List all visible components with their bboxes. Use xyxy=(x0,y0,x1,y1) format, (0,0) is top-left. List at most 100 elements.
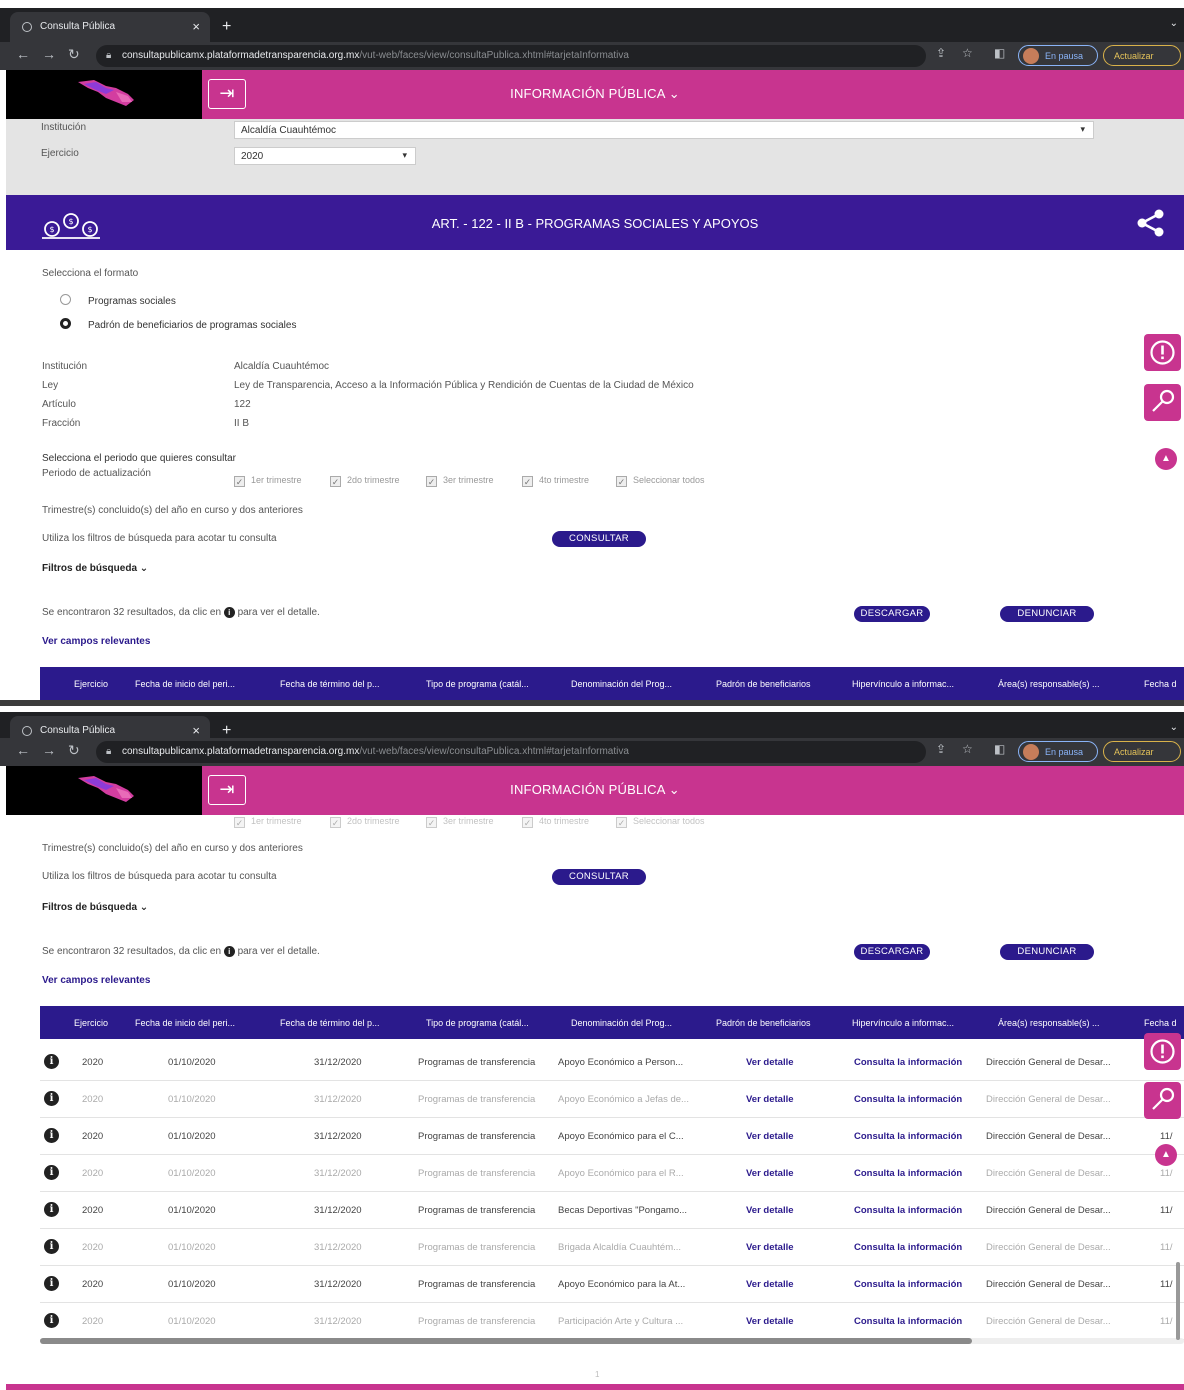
row-info-icon[interactable]: i xyxy=(44,1091,59,1106)
col-tipo-programa[interactable]: Tipo de programa (catál... xyxy=(426,679,529,689)
radio-programas-sociales[interactable] xyxy=(60,294,71,305)
side-panel-icon[interactable]: ◧ xyxy=(994,742,1005,756)
cell-hipervinculo[interactable]: Consulta la información xyxy=(854,1242,962,1253)
side-panel-icon[interactable]: ◧ xyxy=(994,46,1005,60)
reload-icon[interactable]: ↻ xyxy=(68,742,80,759)
descargar-button[interactable]: DESCARGAR xyxy=(854,606,930,622)
col-fecha[interactable]: Fecha d xyxy=(1144,1018,1177,1028)
col-denominacion[interactable]: Denominación del Prog... xyxy=(571,679,672,689)
cell-padron[interactable]: Ver detalle xyxy=(746,1168,794,1179)
checkbox-seleccionar-todos[interactable]: ✓ Seleccionar todos xyxy=(616,475,705,487)
scroll-up-icon[interactable]: ▲ xyxy=(1155,1144,1177,1166)
descargar-button[interactable]: DESCARGAR xyxy=(854,944,930,960)
cell-padron[interactable]: Ver detalle xyxy=(746,1131,794,1142)
profile-button[interactable]: En pausa xyxy=(1018,741,1098,762)
forward-icon[interactable]: → xyxy=(42,46,56,62)
url-field[interactable]: 🔒︎ consultapublicamx.plataformadetranspa… xyxy=(96,45,926,67)
checkbox-2do-trimestre[interactable]: ✓ 2do trimestre xyxy=(330,816,400,828)
row-info-icon[interactable]: i xyxy=(44,1054,59,1069)
col-tipo-programa[interactable]: Tipo de programa (catál... xyxy=(426,1018,529,1028)
cell-hipervinculo[interactable]: Consulta la información xyxy=(854,1279,962,1290)
alert-button[interactable] xyxy=(1144,1033,1181,1070)
row-info-icon[interactable]: i xyxy=(44,1239,59,1254)
checkbox-3er-trimestre[interactable]: ✓ 3er trimestre xyxy=(426,816,494,828)
cell-padron[interactable]: Ver detalle xyxy=(746,1316,794,1327)
chevron-down-icon[interactable]: ⌄ xyxy=(1170,722,1178,733)
col-area-responsable[interactable]: Área(s) responsable(s) ... xyxy=(998,679,1100,689)
info-publica-menu[interactable]: INFORMACIÓN PÚBLICA ⌄ xyxy=(6,782,1184,798)
checkbox-3er-trimestre[interactable]: ✓ 3er trimestre xyxy=(426,475,494,487)
col-hipervinculo[interactable]: Hipervínculo a informac... xyxy=(852,1018,954,1028)
profile-button[interactable]: En pausa xyxy=(1018,45,1098,66)
cell-hipervinculo[interactable]: Consulta la información xyxy=(854,1094,962,1105)
cell-padron[interactable]: Ver detalle xyxy=(746,1057,794,1068)
checkbox-1er-trimestre[interactable]: ✓ 1er trimestre xyxy=(234,475,302,487)
ejercicio-select[interactable]: 2020 ▾ xyxy=(234,147,416,165)
share-page-icon[interactable]: ⇪ xyxy=(936,742,946,756)
col-denominacion[interactable]: Denominación del Prog... xyxy=(571,1018,672,1028)
row-info-icon[interactable]: i xyxy=(44,1276,59,1291)
checkbox-1er-trimestre[interactable]: ✓ 1er trimestre xyxy=(234,816,302,828)
col-fecha-termino[interactable]: Fecha de término del p... xyxy=(280,679,380,689)
back-icon[interactable]: ← xyxy=(16,46,30,62)
checkbox-4to-trimestre[interactable]: ✓ 4to trimestre xyxy=(522,475,589,487)
reload-icon[interactable]: ↻ xyxy=(68,46,80,63)
row-info-icon[interactable]: i xyxy=(44,1202,59,1217)
chevron-down-icon[interactable]: ⌄ xyxy=(1170,18,1178,29)
col-padron[interactable]: Padrón de beneficiarios xyxy=(716,1018,811,1028)
vertical-scrollbar[interactable] xyxy=(1176,1262,1180,1340)
relevant-fields-link[interactable]: Ver campos relevantes xyxy=(42,636,150,647)
denunciar-button[interactable]: DENUNCIAR xyxy=(1000,944,1094,960)
horizontal-scrollbar[interactable] xyxy=(40,1338,972,1344)
cell-hipervinculo[interactable]: Consulta la información xyxy=(854,1131,962,1142)
checkbox-4to-trimestre[interactable]: ✓ 4to trimestre xyxy=(522,816,589,828)
back-icon[interactable]: ← xyxy=(16,742,30,758)
row-info-icon[interactable]: i xyxy=(44,1128,59,1143)
col-fecha-termino[interactable]: Fecha de término del p... xyxy=(280,1018,380,1028)
forward-icon[interactable]: → xyxy=(42,742,56,758)
relevant-fields-link[interactable]: Ver campos relevantes xyxy=(42,975,150,986)
cell-padron[interactable]: Ver detalle xyxy=(746,1242,794,1253)
col-padron[interactable]: Padrón de beneficiarios xyxy=(716,679,811,689)
col-hipervinculo[interactable]: Hipervínculo a informac... xyxy=(852,679,954,689)
update-button[interactable]: Actualizar xyxy=(1103,741,1181,762)
checkbox-seleccionar-todos[interactable]: ✓ Seleccionar todos xyxy=(616,816,705,828)
cell-hipervinculo[interactable]: Consulta la información xyxy=(854,1057,962,1068)
bookmark-star-icon[interactable]: ☆ xyxy=(962,742,973,756)
info-publica-menu[interactable]: INFORMACIÓN PÚBLICA ⌄ xyxy=(6,86,1184,102)
institucion-select[interactable]: Alcaldía Cuauhtémoc ▾ xyxy=(234,121,1094,139)
consultar-button[interactable]: CONSULTAR xyxy=(552,869,646,885)
new-tab-icon[interactable]: + xyxy=(222,18,231,36)
bookmark-star-icon[interactable]: ☆ xyxy=(962,46,973,60)
share-icon[interactable] xyxy=(1136,209,1166,237)
search-filters-toggle[interactable]: Filtros de búsqueda ⌄ xyxy=(42,563,148,574)
col-fecha[interactable]: Fecha d xyxy=(1144,679,1177,689)
search-filters-toggle[interactable]: Filtros de búsqueda ⌄ xyxy=(42,902,148,913)
cell-hipervinculo[interactable]: Consulta la información xyxy=(854,1205,962,1216)
consultar-button[interactable]: CONSULTAR xyxy=(552,531,646,547)
tools-button[interactable] xyxy=(1144,1082,1181,1119)
update-button[interactable]: Actualizar xyxy=(1103,45,1181,66)
url-field[interactable]: 🔒︎ consultapublicamx.plataformadetranspa… xyxy=(96,741,926,763)
cell-padron[interactable]: Ver detalle xyxy=(746,1205,794,1216)
browser-tab[interactable]: Consulta Pública × xyxy=(10,12,210,42)
row-info-icon[interactable]: i xyxy=(44,1165,59,1180)
col-fecha-inicio[interactable]: Fecha de inicio del peri... xyxy=(135,1018,235,1028)
close-tab-icon[interactable]: × xyxy=(192,723,200,738)
cell-hipervinculo[interactable]: Consulta la información xyxy=(854,1316,962,1327)
cell-padron[interactable]: Ver detalle xyxy=(746,1279,794,1290)
radio-padron-beneficiarios[interactable] xyxy=(60,318,71,329)
col-fecha-inicio[interactable]: Fecha de inicio del peri... xyxy=(135,679,235,689)
denunciar-button[interactable]: DENUNCIAR xyxy=(1000,606,1094,622)
close-tab-icon[interactable]: × xyxy=(192,19,200,34)
share-page-icon[interactable]: ⇪ xyxy=(936,46,946,60)
scroll-up-icon[interactable]: ▲ xyxy=(1155,448,1177,470)
checkbox-2do-trimestre[interactable]: ✓ 2do trimestre xyxy=(330,475,400,487)
col-area-responsable[interactable]: Área(s) responsable(s) ... xyxy=(998,1018,1100,1028)
cell-hipervinculo[interactable]: Consulta la información xyxy=(854,1168,962,1179)
col-ejercicio[interactable]: Ejercicio xyxy=(74,1018,108,1028)
cell-padron[interactable]: Ver detalle xyxy=(746,1094,794,1105)
row-info-icon[interactable]: i xyxy=(44,1313,59,1328)
tools-button[interactable] xyxy=(1144,384,1181,421)
alert-button[interactable] xyxy=(1144,334,1181,371)
